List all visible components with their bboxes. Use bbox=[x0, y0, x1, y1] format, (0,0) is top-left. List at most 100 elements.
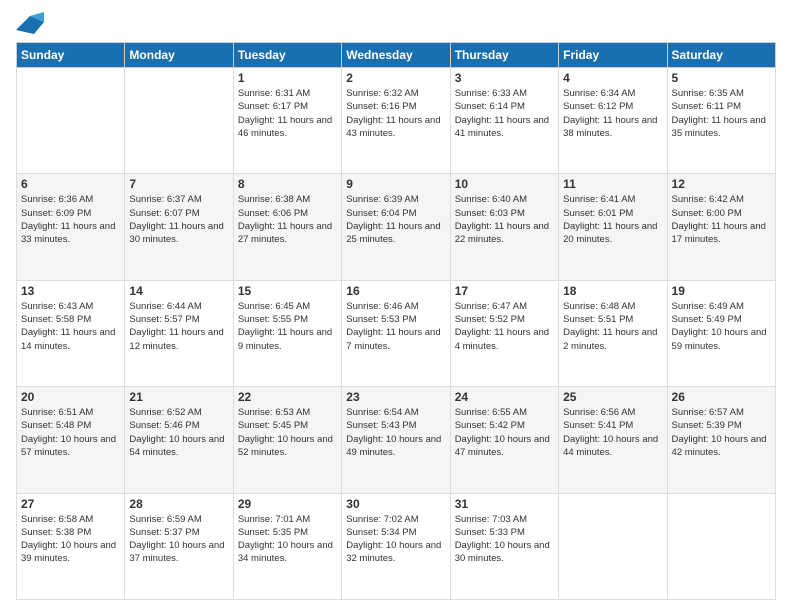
day-info: Sunrise: 6:44 AMSunset: 5:57 PMDaylight:… bbox=[129, 300, 228, 353]
day-number: 15 bbox=[238, 284, 337, 298]
day-info: Sunrise: 7:02 AMSunset: 5:34 PMDaylight:… bbox=[346, 513, 445, 566]
day-number: 29 bbox=[238, 497, 337, 511]
calendar-cell: 2 Sunrise: 6:32 AMSunset: 6:16 PMDaylight… bbox=[342, 68, 450, 174]
calendar-cell: 22Sunrise: 6:53 AMSunset: 5:45 PMDayligh… bbox=[233, 387, 341, 493]
day-number: 9 bbox=[346, 177, 445, 191]
day-info: Sunrise: 6:35 AMSunset: 6:11 PMDaylight:… bbox=[672, 87, 771, 140]
day-info: Sunrise: 6:37 AMSunset: 6:07 PMDaylight:… bbox=[129, 193, 228, 246]
weekday-header-saturday: Saturday bbox=[667, 43, 775, 68]
calendar-cell: 12 Sunrise: 6:42 AMSunset: 6:00 PMDayligh… bbox=[667, 174, 775, 280]
day-number: 3 bbox=[455, 71, 554, 85]
calendar-cell: 10Sunrise: 6:40 AMSunset: 6:03 PMDayligh… bbox=[450, 174, 558, 280]
day-number: 27 bbox=[21, 497, 120, 511]
calendar-cell: 6 Sunrise: 6:36 AMSunset: 6:09 PMDaylight… bbox=[17, 174, 125, 280]
calendar-cell: 25Sunrise: 6:56 AMSunset: 5:41 PMDayligh… bbox=[559, 387, 667, 493]
day-info: Sunrise: 6:41 AMSunset: 6:01 PMDaylight:… bbox=[563, 193, 662, 246]
weekday-header-thursday: Thursday bbox=[450, 43, 558, 68]
calendar-cell: 26 Sunrise: 6:57 AMSunset: 5:39 PMDayligh… bbox=[667, 387, 775, 493]
day-number: 22 bbox=[238, 390, 337, 404]
calendar-cell: 24Sunrise: 6:55 AMSunset: 5:42 PMDayligh… bbox=[450, 387, 558, 493]
day-number: 18 bbox=[563, 284, 662, 298]
calendar-cell: 28Sunrise: 6:59 AMSunset: 5:37 PMDayligh… bbox=[125, 493, 233, 599]
calendar-cell: 29 Sunrise: 7:01 AMSunset: 5:35 PMDayligh… bbox=[233, 493, 341, 599]
day-number: 17 bbox=[455, 284, 554, 298]
day-info: Sunrise: 6:46 AMSunset: 5:53 PMDaylight:… bbox=[346, 300, 445, 353]
calendar-cell: 1 Sunrise: 6:31 AMSunset: 6:17 PMDaylight… bbox=[233, 68, 341, 174]
day-info: Sunrise: 6:52 AMSunset: 5:46 PMDaylight:… bbox=[129, 406, 228, 459]
weekday-header-sunday: Sunday bbox=[17, 43, 125, 68]
day-number: 1 bbox=[238, 71, 337, 85]
day-info: Sunrise: 6:58 AMSunset: 5:38 PMDaylight:… bbox=[21, 513, 120, 566]
day-info: Sunrise: 6:38 AMSunset: 6:06 PMDaylight:… bbox=[238, 193, 337, 246]
calendar-cell: 16Sunrise: 6:46 AMSunset: 5:53 PMDayligh… bbox=[342, 280, 450, 386]
day-info: Sunrise: 6:33 AMSunset: 6:14 PMDaylight:… bbox=[455, 87, 554, 140]
day-info: Sunrise: 6:31 AMSunset: 6:17 PMDaylight:… bbox=[238, 87, 337, 140]
day-info: Sunrise: 6:54 AMSunset: 5:43 PMDaylight:… bbox=[346, 406, 445, 459]
day-info: Sunrise: 6:56 AMSunset: 5:41 PMDaylight:… bbox=[563, 406, 662, 459]
day-info: Sunrise: 6:51 AMSunset: 5:48 PMDaylight:… bbox=[21, 406, 120, 459]
weekday-header-friday: Friday bbox=[559, 43, 667, 68]
calendar-cell: 9Sunrise: 6:39 AMSunset: 6:04 PMDaylight… bbox=[342, 174, 450, 280]
day-info: Sunrise: 6:43 AMSunset: 5:58 PMDaylight:… bbox=[21, 300, 120, 353]
day-number: 26 bbox=[672, 390, 771, 404]
calendar-cell: 11 Sunrise: 6:41 AMSunset: 6:01 PMDayligh… bbox=[559, 174, 667, 280]
logo bbox=[16, 12, 48, 34]
calendar-cell: 8 Sunrise: 6:38 AMSunset: 6:06 PMDaylight… bbox=[233, 174, 341, 280]
calendar-cell: 7 Sunrise: 6:37 AMSunset: 6:07 PMDaylight… bbox=[125, 174, 233, 280]
day-number: 19 bbox=[672, 284, 771, 298]
day-info: Sunrise: 6:49 AMSunset: 5:49 PMDaylight:… bbox=[672, 300, 771, 353]
day-info: Sunrise: 6:36 AMSunset: 6:09 PMDaylight:… bbox=[21, 193, 120, 246]
calendar-cell bbox=[559, 493, 667, 599]
weekday-header-row: SundayMondayTuesdayWednesdayThursdayFrid… bbox=[17, 43, 776, 68]
calendar-week-row: 6 Sunrise: 6:36 AMSunset: 6:09 PMDaylight… bbox=[17, 174, 776, 280]
calendar-week-row: 27 Sunrise: 6:58 AMSunset: 5:38 PMDayligh… bbox=[17, 493, 776, 599]
calendar-cell: 18 Sunrise: 6:48 AMSunset: 5:51 PMDayligh… bbox=[559, 280, 667, 386]
day-number: 7 bbox=[129, 177, 228, 191]
calendar-cell: 14Sunrise: 6:44 AMSunset: 5:57 PMDayligh… bbox=[125, 280, 233, 386]
day-number: 31 bbox=[455, 497, 554, 511]
calendar-cell bbox=[17, 68, 125, 174]
day-number: 21 bbox=[129, 390, 228, 404]
calendar-table: SundayMondayTuesdayWednesdayThursdayFrid… bbox=[16, 42, 776, 600]
day-number: 6 bbox=[21, 177, 120, 191]
header bbox=[16, 12, 776, 34]
calendar-cell: 19 Sunrise: 6:49 AMSunset: 5:49 PMDayligh… bbox=[667, 280, 775, 386]
day-info: Sunrise: 6:34 AMSunset: 6:12 PMDaylight:… bbox=[563, 87, 662, 140]
day-number: 23 bbox=[346, 390, 445, 404]
day-info: Sunrise: 6:57 AMSunset: 5:39 PMDaylight:… bbox=[672, 406, 771, 459]
calendar-cell: 31 Sunrise: 7:03 AMSunset: 5:33 PMDayligh… bbox=[450, 493, 558, 599]
calendar-cell: 5Sunrise: 6:35 AMSunset: 6:11 PMDaylight… bbox=[667, 68, 775, 174]
calendar-cell: 20 Sunrise: 6:51 AMSunset: 5:48 PMDayligh… bbox=[17, 387, 125, 493]
day-info: Sunrise: 7:01 AMSunset: 5:35 PMDaylight:… bbox=[238, 513, 337, 566]
calendar-week-row: 20 Sunrise: 6:51 AMSunset: 5:48 PMDayligh… bbox=[17, 387, 776, 493]
day-number: 24 bbox=[455, 390, 554, 404]
day-number: 11 bbox=[563, 177, 662, 191]
calendar-cell: 15Sunrise: 6:45 AMSunset: 5:55 PMDayligh… bbox=[233, 280, 341, 386]
calendar-cell bbox=[667, 493, 775, 599]
weekday-header-monday: Monday bbox=[125, 43, 233, 68]
day-info: Sunrise: 6:42 AMSunset: 6:00 PMDaylight:… bbox=[672, 193, 771, 246]
day-number: 20 bbox=[21, 390, 120, 404]
calendar-cell: 3 Sunrise: 6:33 AMSunset: 6:14 PMDaylight… bbox=[450, 68, 558, 174]
weekday-header-tuesday: Tuesday bbox=[233, 43, 341, 68]
day-info: Sunrise: 6:59 AMSunset: 5:37 PMDaylight:… bbox=[129, 513, 228, 566]
day-number: 13 bbox=[21, 284, 120, 298]
day-info: Sunrise: 6:40 AMSunset: 6:03 PMDaylight:… bbox=[455, 193, 554, 246]
calendar-cell: 27 Sunrise: 6:58 AMSunset: 5:38 PMDayligh… bbox=[17, 493, 125, 599]
day-number: 8 bbox=[238, 177, 337, 191]
calendar-cell: 23 Sunrise: 6:54 AMSunset: 5:43 PMDayligh… bbox=[342, 387, 450, 493]
day-info: Sunrise: 6:47 AMSunset: 5:52 PMDaylight:… bbox=[455, 300, 554, 353]
day-info: Sunrise: 6:48 AMSunset: 5:51 PMDaylight:… bbox=[563, 300, 662, 353]
day-number: 2 bbox=[346, 71, 445, 85]
day-info: Sunrise: 6:32 AMSunset: 6:16 PMDaylight:… bbox=[346, 87, 445, 140]
calendar-cell bbox=[125, 68, 233, 174]
calendar-cell: 13 Sunrise: 6:43 AMSunset: 5:58 PMDayligh… bbox=[17, 280, 125, 386]
calendar-cell: 4Sunrise: 6:34 AMSunset: 6:12 PMDaylight… bbox=[559, 68, 667, 174]
calendar-week-row: 1 Sunrise: 6:31 AMSunset: 6:17 PMDaylight… bbox=[17, 68, 776, 174]
day-info: Sunrise: 7:03 AMSunset: 5:33 PMDaylight:… bbox=[455, 513, 554, 566]
calendar-cell: 21 Sunrise: 6:52 AMSunset: 5:46 PMDayligh… bbox=[125, 387, 233, 493]
calendar-cell: 17 Sunrise: 6:47 AMSunset: 5:52 PMDayligh… bbox=[450, 280, 558, 386]
day-number: 30 bbox=[346, 497, 445, 511]
weekday-header-wednesday: Wednesday bbox=[342, 43, 450, 68]
day-number: 12 bbox=[672, 177, 771, 191]
